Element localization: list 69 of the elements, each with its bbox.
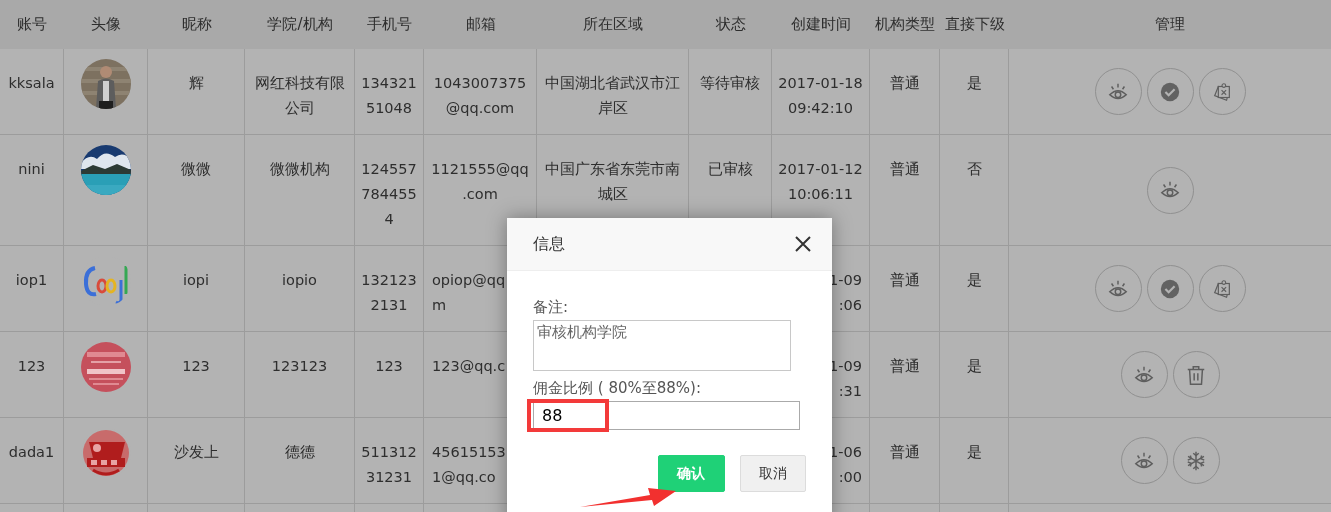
close-button[interactable] [794, 235, 812, 253]
commission-field[interactable]: 88 [533, 401, 800, 430]
status-cell: 已审核 [707, 161, 753, 177]
account-cell: kksala [8, 75, 55, 91]
cancel-button[interactable]: 取消 [739, 455, 806, 492]
created-cell: 1-09 :06 [829, 272, 862, 313]
column-header: 管理 [1155, 15, 1185, 34]
email-cell: 45615153 1@qq.co [432, 444, 506, 485]
org-cell: 123123 [271, 358, 328, 374]
account-cell: iop1 [15, 272, 48, 288]
clipboard-icon [1211, 277, 1233, 300]
trash-icon [1185, 363, 1207, 386]
remark-field[interactable]: 审核机构学院 [533, 320, 791, 371]
nickname-cell: iopi [182, 272, 210, 288]
org-cell: 德德 [284, 444, 315, 460]
field-label: 佣金比例 ( 80%至88%): [533, 378, 702, 398]
subordinate-cell: 否 [966, 161, 982, 177]
column-header: 创建时间 [791, 15, 851, 34]
check-icon [1159, 277, 1181, 300]
created-cell: 2017-01-12 10:06:11 [778, 161, 863, 202]
column-header: 机构类型 [875, 15, 935, 34]
created-cell: 1-06 :00 [829, 444, 862, 485]
phone-cell: 132123 2131 [361, 272, 417, 313]
clipboard-icon [1211, 80, 1233, 103]
org-cell: 网红科技有限公司 [254, 75, 345, 116]
region-cell: 中国湖北省武汉市江岸区 [545, 75, 680, 116]
snowflake-icon [1185, 449, 1207, 472]
column-header: 学院/机构 [267, 15, 333, 34]
region-cell: 中国广东省东莞市南城区 [545, 161, 680, 202]
check-icon [1159, 80, 1181, 103]
account-cell: dada1 [8, 444, 55, 460]
phone-cell: 123 [375, 358, 403, 374]
nickname-cell: 沙发上 [173, 444, 219, 460]
column-header: 所在区域 [583, 15, 643, 34]
org-type-cell: 普通 [889, 75, 920, 91]
column-header: 邮箱 [465, 15, 496, 34]
phone-cell: 134321 51048 [361, 75, 417, 116]
field-label: 备注: [533, 297, 570, 317]
subordinate-cell: 是 [966, 75, 982, 91]
subordinate-cell: 是 [966, 358, 982, 374]
account-cell: nini [18, 161, 45, 177]
column-header: 账号 [17, 15, 47, 34]
org-type-cell: 普通 [889, 272, 920, 288]
column-header: 状态 [715, 15, 746, 34]
subordinate-cell: 是 [966, 272, 982, 288]
phone-cell: 124557 784455 4 [361, 161, 417, 227]
email-cell: opiop@qq m [432, 272, 506, 313]
org-type-cell: 普通 [889, 358, 920, 374]
email-cell: 123@qq.c [432, 358, 506, 374]
column-header: 手机号 [367, 15, 412, 34]
created-cell: 2017-01-18 09:42:10 [778, 75, 863, 116]
phone-cell: 511312 31231 [361, 444, 417, 485]
org-cell: 微微机构 [269, 161, 330, 177]
account-cell: 123 [17, 358, 46, 374]
column-header: 头像 [91, 15, 121, 34]
subordinate-cell: 是 [966, 444, 982, 460]
email-cell: 1121555@qq .com [431, 161, 529, 202]
column-header: 昵称 [181, 15, 212, 34]
dialog-title: 信息 [533, 233, 565, 255]
created-cell: 1-09 :31 [829, 358, 862, 399]
org-cell: iopio [282, 272, 317, 288]
nickname-cell: 辉 [188, 75, 204, 91]
org-type-cell: 普通 [889, 161, 920, 177]
email-cell: 1043007375 @qq.com [433, 75, 527, 116]
org-type-cell: 普通 [889, 444, 920, 460]
status-cell: 等待审核 [700, 75, 760, 91]
nickname-cell: 123 [182, 358, 210, 374]
column-header: 直接下级 [944, 15, 1005, 34]
nickname-cell: 微微 [181, 161, 211, 177]
